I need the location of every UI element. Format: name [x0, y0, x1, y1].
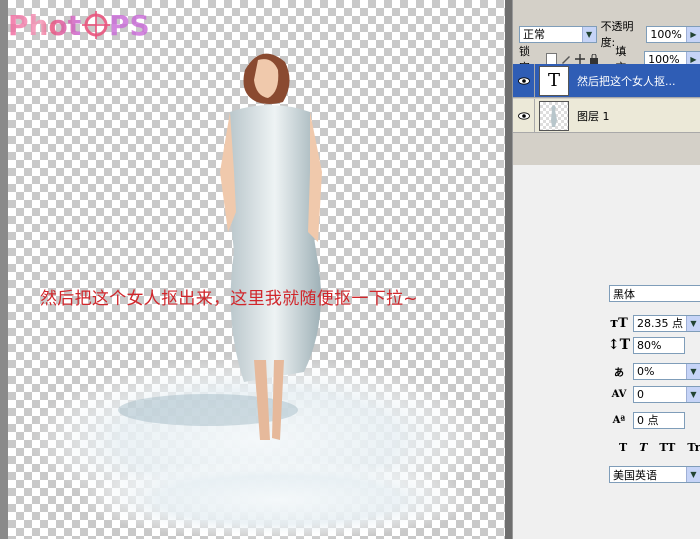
chevron-down-icon: ▼ [686, 363, 700, 379]
layer-name: 图层 1 [577, 109, 610, 123]
layers-panel: 正常 ▼ 不透明度: 100% ▶ 锁定: 填充: 100% ▶ T [512, 0, 700, 165]
font-size-value: 28.35 点 [637, 317, 683, 330]
vertical-scale-value: 80% [637, 338, 662, 352]
chevron-down-icon: ▼ [581, 26, 596, 42]
lock-all-icon[interactable] [589, 53, 599, 64]
tracking-ratio-value: 0% [637, 364, 655, 378]
document-canvas[interactable]: Phot PS 然后把这个女人抠出来，这里我就随便抠一下拉~ [8, 0, 505, 539]
baseline-shift-icon: Aª [612, 414, 626, 426]
font-size-icon: ᴛT [610, 315, 628, 331]
kerning-value: 0 [637, 387, 644, 401]
baseline-shift-field[interactable]: 0 点 [633, 411, 685, 429]
character-panel: 黑体 ᴛT 28.35 点 ▼ ↕T 80% あ 0% ▼ AV 0 ▼ Aª … [512, 165, 700, 539]
chevron-down-icon: ▼ [686, 315, 700, 331]
text-layer-thumb-glyph: T [547, 70, 560, 91]
canvas-scroll-edge [505, 0, 512, 539]
lock-brush-icon[interactable] [561, 54, 571, 64]
blend-mode-select[interactable]: 正常 ▼ [519, 25, 597, 43]
layer-row-image[interactable]: 图层 1 [513, 98, 700, 133]
font-family-value: 黑体 [613, 287, 635, 301]
text-layer-thumbnail: T [539, 65, 569, 96]
vertical-scale-icon: ↕T [607, 337, 631, 353]
tracking-ratio-select[interactable]: 0% ▼ [633, 362, 700, 380]
small-caps-format-button[interactable]: Tr [687, 441, 700, 454]
opacity-field[interactable]: 100% ▶ [646, 25, 700, 43]
canvas-area: Phot PS 然后把这个女人抠出来，这里我就随便抠一下拉~ [0, 0, 512, 539]
vertical-scale-field[interactable]: 80% [633, 336, 685, 354]
chevron-down-icon: ▼ [686, 386, 700, 402]
layer-row-text[interactable]: T 然后把这个女人抠... [513, 63, 700, 98]
language-value: 美国英语 [613, 468, 657, 482]
all-caps-format-button[interactable]: TT [659, 441, 675, 454]
bold-format-button[interactable]: T [619, 441, 627, 454]
kerning-select[interactable]: 0 ▼ [633, 385, 700, 403]
visibility-eye-icon[interactable] [513, 63, 535, 98]
image-layer-thumbnail [539, 100, 569, 131]
visibility-eye-icon[interactable] [513, 98, 535, 133]
font-family-select[interactable]: 黑体 [609, 285, 700, 302]
canvas-text-layer[interactable]: 然后把这个女人抠出来，这里我就随便抠一下拉~ [40, 284, 418, 309]
font-size-select[interactable]: 28.35 点 ▼ [633, 314, 700, 332]
chevron-right-icon: ▶ [686, 26, 700, 42]
baseline-shift-value: 0 点 [637, 414, 659, 427]
tracking-ratio-icon: あ [614, 367, 624, 379]
opacity-value: 100% [650, 27, 682, 41]
layer-name: 然后把这个女人抠... [577, 74, 676, 88]
woman-in-snow-image [28, 53, 488, 539]
language-select[interactable]: 美国英语 ▼ [609, 466, 700, 483]
blend-mode-value: 正常 [523, 28, 545, 41]
lock-move-icon[interactable] [575, 54, 586, 64]
italic-format-button[interactable]: T [639, 441, 647, 454]
kerning-icon: AV [611, 388, 627, 400]
chevron-down-icon: ▼ [686, 467, 700, 482]
